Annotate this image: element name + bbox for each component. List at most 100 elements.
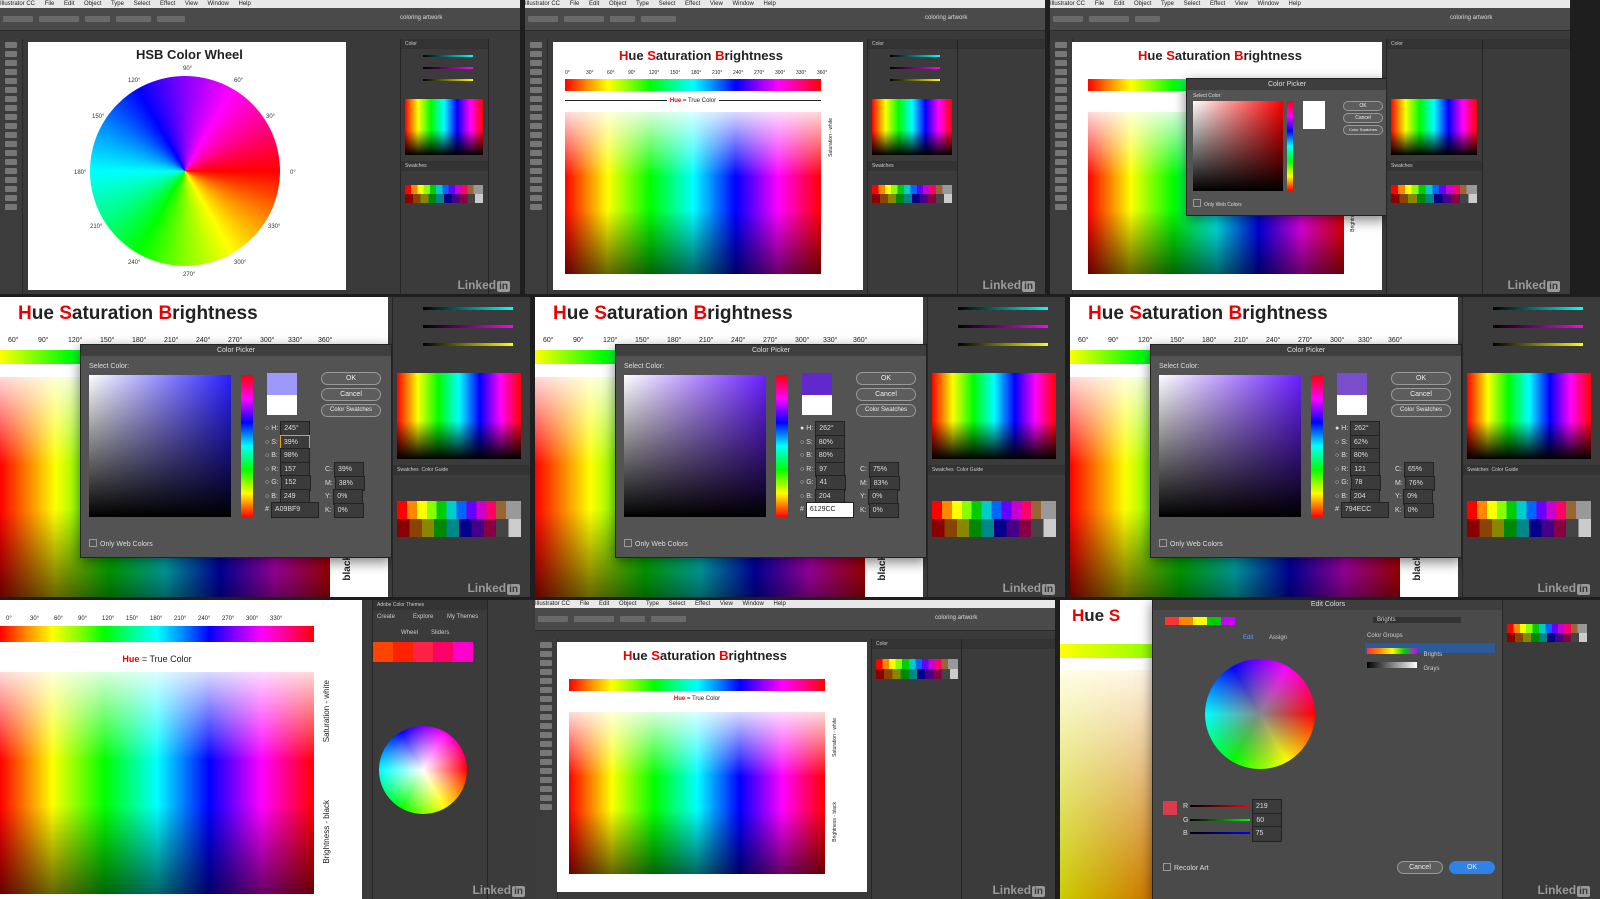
ok-button[interactable]: OK — [856, 372, 916, 385]
menu-file[interactable]: File — [45, 1, 55, 7]
menu-type[interactable]: Type — [646, 601, 659, 607]
color-tab[interactable]: Color — [868, 39, 958, 49]
my-themes-tab[interactable]: My Themes — [447, 614, 478, 620]
hue-strip[interactable] — [1311, 375, 1323, 517]
menu-edit[interactable]: Edit — [599, 601, 609, 607]
blue-input[interactable]: 75 — [1251, 826, 1282, 842]
only-web-colors-checkbox[interactable]: Only Web Colors — [89, 539, 153, 548]
color-guide-tab[interactable]: Color Guide — [421, 467, 448, 473]
menu-help[interactable]: Help — [239, 1, 251, 7]
swatches-tab[interactable]: Swatches — [868, 161, 958, 171]
menu-object[interactable]: Object — [84, 1, 101, 7]
color-tab[interactable]: Color — [401, 39, 489, 49]
menu-select[interactable]: Select — [1184, 1, 1201, 7]
saturation-brightness-field[interactable] — [1159, 375, 1301, 517]
theme-swatches[interactable] — [373, 642, 473, 662]
menu-type[interactable]: Type — [636, 1, 649, 7]
hex-input[interactable]: 794ECC — [1340, 502, 1389, 518]
cancel-button[interactable]: Cancel — [1397, 861, 1443, 874]
swatch-grid[interactable] — [876, 659, 958, 679]
ok-button[interactable]: OK — [1391, 372, 1451, 385]
color-spectrum[interactable] — [932, 373, 1056, 459]
ok-button[interactable]: OK — [321, 372, 381, 385]
menu-effect[interactable]: Effect — [685, 1, 700, 7]
cancel-button[interactable]: Cancel — [321, 388, 381, 401]
menu-effect[interactable]: Effect — [160, 1, 175, 7]
swatches-tab[interactable]: Swatches — [397, 467, 419, 473]
menu-edit[interactable]: Edit — [64, 1, 74, 7]
hue-strip[interactable] — [241, 375, 253, 517]
menu-window[interactable]: Window — [207, 1, 228, 7]
only-web-colors-checkbox[interactable]: Only Web Colors — [1193, 199, 1242, 208]
swatch-grid[interactable] — [1467, 501, 1591, 537]
swatches-tab[interactable]: Swatches — [401, 161, 489, 171]
sliders-tab[interactable]: Sliders — [431, 630, 449, 636]
color-spectrum[interactable] — [1391, 99, 1477, 155]
menu-type[interactable]: Type — [1161, 1, 1174, 7]
swatches-tab[interactable]: Swatches — [1467, 467, 1489, 473]
hex-input[interactable]: 6129CC — [805, 502, 854, 518]
color-spectrum[interactable] — [872, 99, 952, 155]
black-input[interactable]: 0% — [868, 502, 899, 518]
menu-effect[interactable]: Effect — [695, 601, 710, 607]
color-guide-tab[interactable]: Color Guide — [956, 467, 983, 473]
color-swatches-button[interactable]: Color Swatches — [856, 404, 916, 417]
color-tab[interactable]: Color — [1387, 39, 1483, 49]
menu-type[interactable]: Type — [111, 1, 124, 7]
menu-file[interactable]: File — [570, 1, 580, 7]
color-swatches-button[interactable]: Color Swatches — [1391, 404, 1451, 417]
color-swatches-button[interactable]: Color Swatches — [1343, 125, 1383, 135]
menu-edit[interactable]: Edit — [589, 1, 599, 7]
cancel-button[interactable]: Cancel — [1391, 388, 1451, 401]
edit-colors-wheel[interactable] — [1205, 659, 1315, 769]
black-input[interactable]: 0% — [333, 502, 364, 518]
menu-select[interactable]: Select — [659, 1, 676, 7]
menu-select[interactable]: Select — [669, 601, 686, 607]
menu-help[interactable]: Help — [764, 1, 776, 7]
create-tab[interactable]: Create — [377, 614, 395, 620]
swatch-grid[interactable] — [1391, 185, 1477, 203]
workspace-switcher[interactable]: coloring artwork — [400, 15, 442, 21]
color-group-name-field[interactable]: Brights — [1373, 617, 1461, 623]
color-group-row[interactable]: Grays — [1365, 657, 1495, 672]
menu-window[interactable]: Window — [742, 601, 763, 607]
menu-effect[interactable]: Effect — [1210, 1, 1225, 7]
color-group-row[interactable]: Brights — [1365, 643, 1495, 658]
menu-help[interactable]: Help — [774, 601, 786, 607]
menu-view[interactable]: View — [710, 1, 723, 7]
menu-view[interactable]: View — [720, 601, 733, 607]
recolor-art-checkbox[interactable]: Recolor Art — [1163, 863, 1209, 872]
workspace-switcher[interactable]: coloring artwork — [925, 15, 967, 21]
black-input[interactable]: 0% — [1403, 502, 1434, 518]
menu-file[interactable]: File — [580, 601, 590, 607]
swatch-grid[interactable] — [932, 501, 1056, 537]
color-tab[interactable]: Color — [876, 641, 888, 647]
menu-object[interactable]: Object — [609, 1, 626, 7]
menu-object[interactable]: Object — [1134, 1, 1151, 7]
color-spectrum[interactable] — [405, 99, 483, 155]
hex-input[interactable]: A09BF9 — [270, 502, 319, 518]
color-swatches-button[interactable]: Color Swatches — [321, 404, 381, 417]
workspace-switcher[interactable]: coloring artwork — [1450, 15, 1492, 21]
menu-select[interactable]: Select — [134, 1, 151, 7]
color-spectrum[interactable] — [397, 373, 521, 459]
menu-file[interactable]: File — [1095, 1, 1105, 7]
menu-help[interactable]: Help — [1289, 1, 1301, 7]
swatch-grid[interactable] — [1507, 624, 1587, 642]
menu-edit[interactable]: Edit — [1114, 1, 1124, 7]
saturation-brightness-field[interactable] — [1193, 101, 1283, 191]
workspace-switcher[interactable]: coloring artwork — [935, 615, 977, 621]
swatch-grid[interactable] — [872, 185, 952, 203]
hue-strip[interactable] — [1287, 101, 1293, 191]
saturation-brightness-field[interactable] — [624, 375, 766, 517]
ok-button[interactable]: OK — [1343, 101, 1383, 111]
menu-view[interactable]: View — [185, 1, 198, 7]
saturation-brightness-field[interactable] — [89, 375, 231, 517]
only-web-colors-checkbox[interactable]: Only Web Colors — [624, 539, 688, 548]
wheel-tab[interactable]: Wheel — [401, 630, 418, 636]
color-spectrum[interactable] — [1467, 373, 1591, 459]
menu-view[interactable]: View — [1235, 1, 1248, 7]
swatches-tab[interactable]: Swatches — [932, 467, 954, 473]
edit-tab[interactable]: Edit — [1243, 635, 1253, 641]
only-web-colors-checkbox[interactable]: Only Web Colors — [1159, 539, 1223, 548]
